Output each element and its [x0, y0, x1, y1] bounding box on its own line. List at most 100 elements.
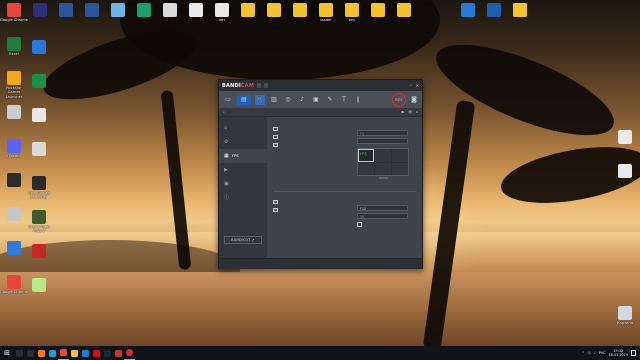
desktop-icon-col1-0[interactable]: Google Chrome — [0, 3, 28, 22]
taskbar-search-icon[interactable] — [14, 346, 25, 360]
volume-icon[interactable]: ♪ — [594, 351, 596, 355]
only-recording-option[interactable] — [357, 222, 365, 227]
speaker-icon[interactable]: ▣ — [311, 95, 321, 105]
desktop-icon-right-2[interactable]: Корзина — [611, 306, 639, 325]
position-hotkey-field[interactable] — [357, 138, 408, 144]
desktop-icon-col1-3[interactable] — [0, 105, 28, 120]
folder-icon[interactable]: ▤ — [408, 110, 411, 114]
fps-hotkey-field[interactable]: F5 — [357, 130, 408, 136]
desktop-icon-top-1[interactable] — [52, 3, 80, 18]
desktop-icon-col1-6[interactable] — [0, 207, 28, 222]
language-indicator[interactable]: РУС — [599, 351, 606, 355]
desktop-icon-top-14[interactable] — [390, 3, 418, 18]
window-titlebar[interactable]: BANDICAM – ✕ — [219, 80, 422, 91]
pause-icon[interactable]: ∥ — [353, 95, 363, 105]
title-pill-1[interactable] — [257, 83, 262, 88]
desktop-icon-top-10[interactable] — [286, 3, 314, 18]
desktop-icon-col1-1[interactable]: Excel — [0, 37, 28, 56]
desktop-icon-col2-5[interactable]: Grand Theft Auto V — [25, 210, 53, 234]
game-mode-icon[interactable]: 🎮 — [255, 94, 265, 105]
desktop-icon-top-3[interactable] — [104, 3, 132, 18]
start-button[interactable]: ⊞ — [0, 346, 14, 360]
desktop-icon-top-11[interactable]: loader — [312, 3, 340, 22]
desktop-icon-col1-2[interactable]: Rockstar Games Launcher — [0, 71, 28, 99]
fps-hotkey-checkbox[interactable] — [273, 126, 278, 132]
limit-to-checkbox[interactable]: ✓ — [273, 207, 278, 213]
fps-limit-input[interactable]: 30 — [357, 213, 408, 219]
fps-position-grid[interactable]: FPS — [357, 148, 409, 176]
webcam-icon[interactable]: ◎ — [283, 95, 293, 105]
sidebar-item-gear[interactable]: ⚙ — [219, 135, 267, 149]
position-top-left[interactable]: FPS — [358, 149, 374, 162]
desktop-icon-right-1[interactable] — [611, 164, 639, 179]
desktop-icon-top-7[interactable]: нет — [208, 3, 236, 22]
taskbar-explorer-icon[interactable] — [69, 346, 80, 360]
clock[interactable]: 19:32 18.01.2019 — [609, 349, 628, 357]
desktop-icon-right-top-2[interactable] — [506, 3, 534, 18]
only-recording-checkbox[interactable] — [357, 222, 362, 227]
desktop-icon-top-0[interactable] — [26, 3, 54, 18]
cursor-icon[interactable]: ✎ — [325, 95, 335, 105]
taskbar-bandicam-icon[interactable] — [124, 346, 135, 360]
position-top-right[interactable] — [392, 149, 408, 162]
desktop-icon-right-top-1[interactable] — [480, 3, 508, 18]
bandicut-button[interactable]: BANDICUT ↗ — [224, 236, 262, 244]
desktop-icon-col1-4[interactable]: Discord — [0, 139, 28, 158]
desktop-icon-right-0[interactable] — [611, 130, 639, 145]
desktop-icon-top-13[interactable] — [364, 3, 392, 18]
taskbar-netflix-icon[interactable] — [91, 346, 102, 360]
notifications-icon[interactable] — [631, 350, 636, 356]
device-mode-icon[interactable]: ▥ — [269, 95, 279, 105]
desktop-icon-col2-6[interactable] — [25, 244, 53, 259]
limit-hotkey-checkbox[interactable]: ✓ — [273, 199, 278, 205]
position-bottom-center[interactable] — [375, 162, 391, 175]
desktop-icon-top-8[interactable] — [234, 3, 262, 18]
taskbar-edge-icon[interactable] — [47, 346, 58, 360]
tray-chevron-icon[interactable]: ^ — [582, 351, 585, 355]
mic-icon[interactable]: ♪ — [297, 95, 307, 105]
position-bottom-left[interactable] — [358, 162, 374, 175]
sidebar-item-home[interactable]: ⌂ — [219, 121, 267, 135]
sidebar-item-video[interactable]: ▶ — [219, 163, 267, 177]
taskbar-app-icon[interactable] — [113, 346, 124, 360]
desktop-icon-top-5[interactable] — [156, 3, 184, 18]
video-list-icon[interactable]: ▶ — [402, 110, 405, 114]
minimize-button[interactable]: – — [410, 83, 412, 88]
screen-mode-icon[interactable]: ▭ — [223, 95, 233, 105]
taskbar-steam-icon[interactable] — [102, 346, 113, 360]
desktop-icon-top-12[interactable]: key — [338, 3, 366, 22]
desktop-icon-col2-0[interactable] — [25, 40, 53, 55]
taskbar-chrome-icon[interactable] — [58, 346, 69, 360]
taskbar-firefox-icon[interactable] — [36, 346, 47, 360]
search-bar[interactable]: ⌕ ▶ ▤ ⌂ — [219, 108, 422, 117]
desktop-icon-col1-8[interactable]: Google Chrome — [0, 275, 28, 294]
home-small-icon[interactable]: ⌂ — [416, 110, 418, 114]
desktop-icon-top-2[interactable] — [78, 3, 106, 18]
desktop-icon-col1-7[interactable] — [0, 241, 28, 256]
screenshot-icon[interactable]: ◙ — [410, 96, 418, 104]
title-pill-2[interactable] — [264, 83, 269, 88]
position-hotkey-checkbox[interactable] — [273, 134, 278, 140]
rec-button[interactable]: REC — [392, 92, 406, 107]
show-position-checkbox[interactable]: ✓ — [273, 142, 278, 148]
close-button[interactable]: ✕ — [416, 83, 419, 88]
desktop-icon-col2-1[interactable] — [25, 74, 53, 89]
limit-hotkey-field[interactable]: F10 — [357, 205, 408, 211]
desktop-icon-col2-4[interactable]: Epic Games Launcher — [25, 176, 53, 200]
position-top-center[interactable] — [375, 149, 391, 162]
desktop-icon-right-top-0[interactable] — [454, 3, 482, 18]
desktop-icon-col1-5[interactable] — [0, 173, 28, 188]
desktop-icon-col2-2[interactable] — [25, 108, 53, 123]
desktop-icon-top-4[interactable] — [130, 3, 158, 18]
sidebar-item-fps[interactable]: ▦ FPS — [219, 149, 267, 163]
position-bottom-right[interactable] — [392, 162, 408, 175]
text-icon[interactable]: T — [339, 95, 349, 105]
desktop-icon-top-6[interactable] — [182, 3, 210, 18]
taskbar-store-icon[interactable] — [80, 346, 91, 360]
sidebar-item-info[interactable]: ⓘ — [219, 191, 267, 205]
fullscreen-mode-icon[interactable]: ▤ — [237, 94, 251, 105]
desktop-icon-top-9[interactable] — [260, 3, 288, 18]
desktop-icon-col2-3[interactable] — [25, 142, 53, 157]
desktop-icon-col2-7[interactable] — [25, 278, 53, 293]
taskbar-task-view-icon[interactable] — [25, 346, 36, 360]
